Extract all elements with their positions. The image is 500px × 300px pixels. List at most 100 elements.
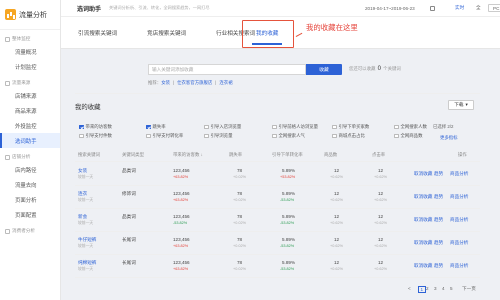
- unfavorite-link[interactable]: 取消收藏: [414, 263, 432, 269]
- metric-checkbox[interactable]: 全网商品数: [394, 133, 422, 139]
- prev-page-button[interactable]: <: [408, 286, 411, 291]
- conversion-value: 5.89%: [282, 237, 296, 242]
- keyword-link[interactable]: 女装: [78, 168, 87, 174]
- click-value: 12: [378, 168, 384, 173]
- product-analysis-link[interactable]: 商品分析: [450, 263, 468, 269]
- keyword-link[interactable]: 牛仔短裤: [78, 237, 96, 243]
- unfavorite-link[interactable]: 取消收藏: [414, 240, 432, 246]
- page-number[interactable]: 3: [434, 286, 437, 291]
- metric-checkbox[interactable]: 引导入店浏览量: [204, 124, 241, 130]
- page-number[interactable]: 1: [418, 286, 426, 293]
- trend-link[interactable]: 趋势: [434, 217, 443, 223]
- click-delta: +0.62%: [374, 221, 387, 225]
- page-number[interactable]: 4: [442, 286, 445, 291]
- favorite-quota-hint: 您还可以收藏 0 个关键词: [349, 66, 401, 72]
- tab-competitor-keywords[interactable]: 竞店搜索关键词: [147, 29, 186, 37]
- product-analysis-link[interactable]: 商品分析: [450, 217, 468, 223]
- metric-checkbox[interactable]: 引导浏览量: [204, 133, 232, 139]
- metric-checkbox[interactable]: 引导支付转化率: [146, 133, 183, 139]
- unfavorite-link[interactable]: 取消收藏: [414, 217, 432, 223]
- recommend-item[interactable]: 仕衣客官方旗舰店: [177, 80, 212, 85]
- keyword-link[interactable]: 纯棉短裤: [78, 260, 96, 266]
- unfavorite-link[interactable]: 取消收藏: [414, 171, 432, 177]
- brand[interactable]: 流量分析: [0, 0, 60, 30]
- checkbox-box: [146, 133, 151, 139]
- device-select[interactable]: PC: [488, 4, 500, 12]
- realtime-link[interactable]: 实时: [455, 5, 464, 11]
- metric-checkbox[interactable]: 全网搜索人数: [394, 124, 427, 130]
- checkbox-label: 引导支付件数: [85, 133, 112, 138]
- metric-checkbox[interactable]: 引导下单买家数: [332, 124, 369, 130]
- sidebar-item[interactable]: 页面分析: [0, 192, 60, 207]
- nav-group-label[interactable]: 店铺分析: [0, 152, 60, 162]
- unfavorite-link[interactable]: 取消收藏: [414, 194, 432, 200]
- sidebar-item[interactable]: 流量概况: [0, 44, 60, 59]
- product-analysis-link[interactable]: 商品分析: [450, 171, 468, 177]
- column-header[interactable]: 跳失率: [229, 152, 242, 158]
- checkbox-box: [332, 133, 337, 139]
- bounce-delta: +0.02%: [233, 198, 246, 202]
- items-value: 12: [334, 214, 340, 219]
- checkbox-label: 全网搜索人数: [400, 124, 427, 129]
- sidebar-item[interactable]: 商品来源: [0, 103, 60, 118]
- sidebar-nav: 整体监控流量概况 计划监控流量来源 店铺来源 商品来源 外投监控 选词助手店铺分析 店内路径…: [0, 34, 60, 236]
- bounce-delta: +0.02%: [233, 175, 246, 179]
- checkbox-box: [204, 133, 209, 139]
- checkbox-box: [79, 124, 84, 130]
- scope-dropdown[interactable]: 全: [476, 5, 481, 11]
- favorites-title: 我的收藏: [75, 104, 101, 111]
- keyword-link[interactable]: 新会: [78, 214, 87, 220]
- trend-link[interactable]: 趋势: [434, 171, 443, 177]
- conversion-value: 5.89%: [282, 260, 296, 265]
- click-value: 12: [378, 214, 384, 219]
- product-analysis-link[interactable]: 商品分析: [450, 194, 468, 200]
- column-header[interactable]: 商品数: [324, 152, 337, 158]
- keyword-search-input[interactable]: 输入关键词添加收藏: [148, 64, 306, 75]
- recommend-item[interactable]: 连衣裙: [219, 80, 232, 85]
- recommend-item[interactable]: 女装: [161, 80, 170, 85]
- metric-checkbox[interactable]: 引导支付件数: [79, 133, 112, 139]
- folder-icon: [5, 154, 10, 160]
- trend-link[interactable]: 趋势: [434, 263, 443, 269]
- checkbox-box: [204, 124, 209, 130]
- sidebar-item[interactable]: 计划监控: [0, 59, 60, 74]
- nav-group-label[interactable]: 整体监控: [0, 34, 60, 44]
- sidebar-item[interactable]: 店内路径: [0, 162, 60, 177]
- sidebar-item[interactable]: 店铺来源: [0, 88, 60, 103]
- checkbox-box: [146, 124, 151, 130]
- metric-checkbox[interactable]: 引导前格人访浏览量: [272, 124, 318, 130]
- calendar-icon[interactable]: [430, 6, 435, 11]
- column-header[interactable]: 引导下单转化率: [272, 152, 303, 158]
- folder-icon: [5, 228, 10, 234]
- download-button[interactable]: 下载 ▾: [448, 100, 474, 110]
- items-value: 12: [334, 168, 340, 173]
- more-metrics-link[interactable]: 更多指标: [440, 135, 458, 141]
- sidebar-item[interactable]: 流量去向: [0, 177, 60, 192]
- column-header[interactable]: 带来的访客数 ↓: [173, 152, 203, 158]
- next-page-button[interactable]: 下一页: [462, 286, 476, 292]
- page-number[interactable]: 2: [426, 286, 429, 291]
- conversion-delta: +53.82%: [280, 175, 296, 179]
- sidebar-item[interactable]: 外投监控: [0, 118, 60, 133]
- metric-checkbox[interactable]: 商城点击占比: [332, 133, 365, 139]
- date-range[interactable]: 2019-04-17~2019-06-23: [365, 6, 415, 11]
- metric-checkbox[interactable]: 带来的访客数: [79, 124, 112, 130]
- metric-checkbox[interactable]: 全网搜索人气: [272, 133, 305, 139]
- keyword-link[interactable]: 连衣: [78, 191, 87, 197]
- favorite-button[interactable]: 收藏: [306, 64, 342, 75]
- sidebar-item[interactable]: 页面配置: [0, 207, 60, 222]
- trend-link[interactable]: 趋势: [434, 194, 443, 200]
- conversion-value: 5.89%: [282, 191, 296, 196]
- metric-checkbox[interactable]: 跳失率: [146, 124, 166, 130]
- product-analysis-link[interactable]: 商品分析: [450, 240, 468, 246]
- nav-group-label[interactable]: 消费者分析: [0, 226, 60, 236]
- trend-link[interactable]: 趋势: [434, 240, 443, 246]
- checkbox-box: [332, 124, 337, 130]
- column-header[interactable]: 点击率: [372, 152, 385, 158]
- nav-group-text: 整体监控: [12, 36, 31, 41]
- conversion-value: 5.89%: [282, 214, 296, 219]
- sidebar-item[interactable]: 选词助手: [0, 133, 60, 148]
- page-number[interactable]: 5: [450, 286, 453, 291]
- nav-group-label[interactable]: 流量来源: [0, 78, 60, 88]
- tab-traffic-keywords[interactable]: 引流搜索关键词: [78, 29, 117, 37]
